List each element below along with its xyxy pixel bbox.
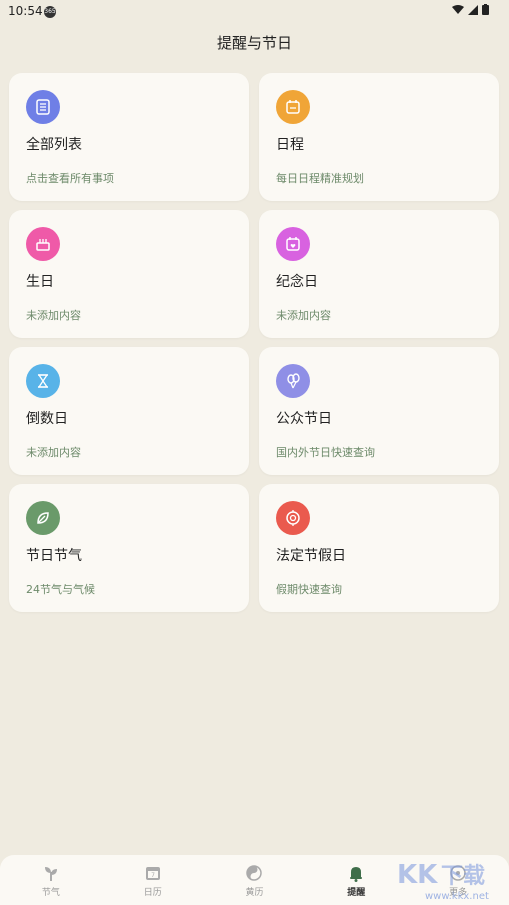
card-title: 公众节日: [276, 411, 332, 427]
calendar-heart-icon: [276, 227, 310, 261]
plant-icon: [41, 863, 61, 883]
battery-icon: [482, 4, 489, 15]
nav-label: 更多: [449, 888, 468, 898]
bell-icon: [346, 863, 366, 883]
card-subtitle: 未添加内容: [26, 309, 81, 322]
card-subtitle: 每日日程精准规划: [276, 172, 364, 185]
card-countdown[interactable]: 倒数日 未添加内容: [9, 347, 249, 475]
calendar-icon: 7: [143, 863, 163, 883]
card-legal-holidays[interactable]: 法定节假日 假期快速查询: [259, 484, 499, 612]
card-title: 纪念日: [276, 274, 318, 290]
svg-text:7: 7: [151, 872, 155, 879]
leaf-icon: [26, 501, 60, 535]
nav-item-almanac[interactable]: 黄历: [204, 855, 306, 905]
page-title: 提醒与节日: [216, 34, 292, 52]
hourglass-icon: [26, 364, 60, 398]
card-schedule[interactable]: 日程 每日日程精准规划: [259, 73, 499, 201]
wifi-icon: [452, 4, 464, 14]
card-solar-terms[interactable]: 节日节气 24节气与气候: [9, 484, 249, 612]
status-time: 10:54: [8, 4, 43, 18]
nav-label: 黄历: [245, 888, 264, 898]
status-indicators: [452, 4, 489, 15]
nav-item-calendar[interactable]: 7 日历: [102, 855, 204, 905]
card-all-list[interactable]: 全部列表 点击查看所有事项: [9, 73, 249, 201]
card-subtitle: 假期快速查询: [276, 583, 342, 596]
nav-label: 节气: [41, 888, 60, 898]
balloon-icon: [276, 364, 310, 398]
card-subtitle: 24节气与气候: [26, 583, 95, 596]
card-subtitle: 国内外节日快速查询: [276, 446, 375, 459]
card-subtitle: 点击查看所有事项: [26, 172, 114, 185]
nav-label: 提醒: [347, 888, 366, 898]
status-bar: 10:54 365: [0, 0, 509, 24]
card-title: 倒数日: [26, 411, 68, 427]
card-anniversary[interactable]: 纪念日 未添加内容: [259, 210, 499, 338]
reminder-category-grid: 全部列表 点击查看所有事项 日程 每日日程精准规划 生日 未添加内容 纪念日 未…: [9, 73, 500, 612]
app-notification-icon: 365: [44, 6, 56, 18]
card-title: 全部列表: [26, 137, 82, 153]
signal-icon: [468, 4, 478, 15]
card-title: 法定节假日: [276, 548, 346, 564]
card-title: 日程: [276, 137, 304, 153]
nav-item-solar-terms[interactable]: 节气: [0, 855, 102, 905]
yin-yang-icon: [244, 863, 264, 883]
nav-item-reminders[interactable]: 提醒: [305, 855, 407, 905]
card-title: 节日节气: [26, 548, 82, 564]
nav-item-more[interactable]: 更多: [407, 855, 509, 905]
list-icon: [26, 90, 60, 124]
card-birthday[interactable]: 生日 未添加内容: [9, 210, 249, 338]
bottom-nav: 节气 7 日历 黄历 提醒 更多: [0, 855, 509, 905]
cake-icon: [26, 227, 60, 261]
nav-label: 日历: [143, 888, 162, 898]
card-subtitle: 未添加内容: [26, 446, 81, 459]
more-icon: [448, 863, 468, 883]
card-public-holidays[interactable]: 公众节日 国内外节日快速查询: [259, 347, 499, 475]
badge-icon: [276, 501, 310, 535]
card-title: 生日: [26, 274, 54, 290]
card-subtitle: 未添加内容: [276, 309, 331, 322]
calendar-icon: [276, 90, 310, 124]
